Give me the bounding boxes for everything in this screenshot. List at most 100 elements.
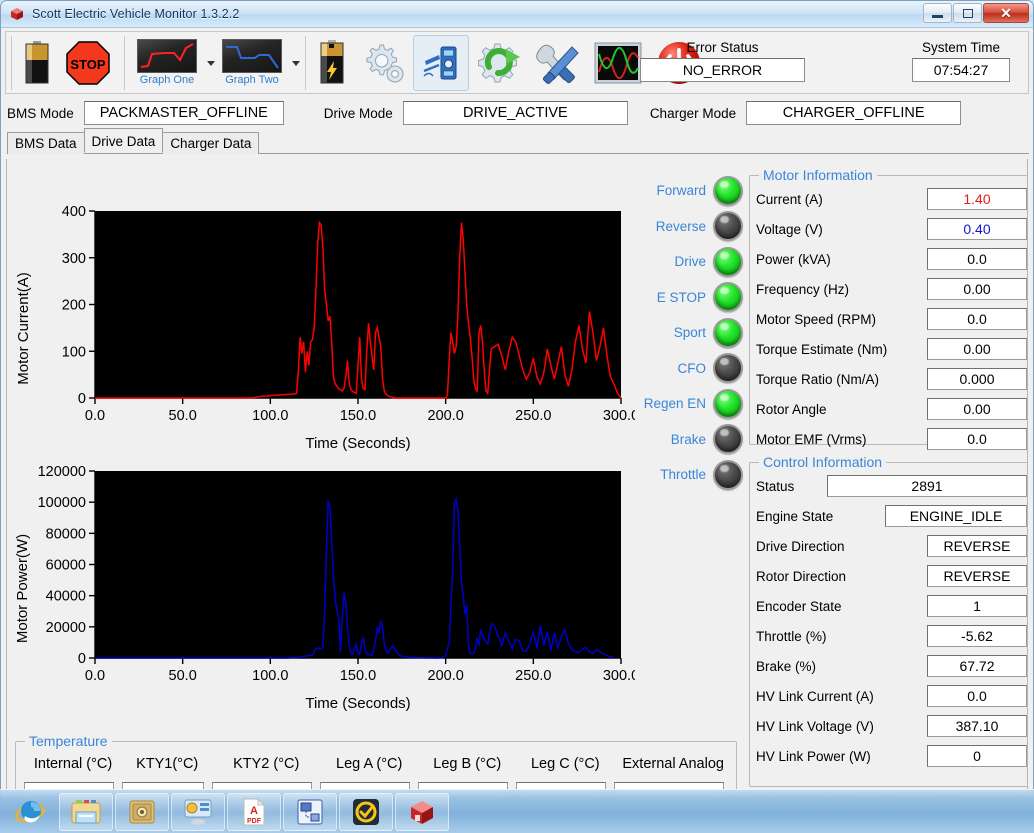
taskbar-item-folder[interactable] [59,793,113,831]
indicator-label: Drive [674,254,706,269]
control-info-row: Status2891 [750,471,1028,501]
system-time-value: 07:54:27 [912,58,1010,82]
y-tick-label: 120000 [38,464,86,480]
stop-button[interactable]: STOP [57,35,119,91]
control-info-value: 387.10 [927,715,1027,737]
svg-text:PDF: PDF [247,818,262,825]
motor-info-row: Motor EMF (Vrms)0.0 [750,424,1028,454]
motor-info-row: Motor Speed (RPM)0.0 [750,304,1028,334]
indicator-label: Reverse [656,219,706,234]
main-toolbar: STOP Graph One [5,31,1029,94]
minimize-button[interactable] [923,3,952,23]
x-tick-label: 50.0 [169,408,197,424]
motor-info-row: Current (A)1.40 [750,184,1028,214]
maximize-icon [963,9,973,18]
gears-icon [360,41,406,85]
taskbar-item-safe[interactable] [115,793,169,831]
red-cube-icon [407,798,437,826]
motor-info-label: Current (A) [756,192,823,207]
tab-bms-data[interactable]: BMS Data [7,132,85,154]
taskbar-item-diagram[interactable] [283,793,337,831]
y-tick-label: 100 [62,344,86,360]
y-tick-label: 80000 [46,526,86,542]
charger-mode-value: CHARGER_OFFLINE [746,101,961,125]
control-info-label: HV Link Voltage (V) [756,719,874,734]
hammer-screwdriver-icon [536,41,580,85]
y-tick-label: 100000 [38,495,86,511]
error-status-label: Error Status [686,40,758,55]
taskbar-item-antivirus[interactable] [339,793,393,831]
maximize-button[interactable] [953,3,982,23]
motor-information-panel: Motor Information Current (A)1.40Voltage… [749,175,1028,445]
window-controls: ✕ [922,3,1029,23]
control-info-label: HV Link Current (A) [756,689,874,704]
graph-two-group: Graph Two [215,35,300,91]
graph-one-dropdown-arrow[interactable] [207,61,215,66]
refresh-button[interactable] [469,35,529,91]
temperature-column-headers: Internal (°C)KTY1(°C)KTY2 (°C)Leg A (°C)… [24,756,732,772]
taskbar-item-pdf[interactable]: A PDF [227,793,281,831]
graph-one-button[interactable]: Graph One [130,35,204,91]
battery-button[interactable] [17,35,57,91]
charger-mode-label: Charger Mode [650,106,736,121]
control-info-label: Engine State [756,509,833,524]
motor-info-value: 0.00 [927,338,1027,360]
blue-graph-icon [222,39,282,73]
drive-data-panel: Motor Current(A) 01002003004000.050.0100… [6,159,1028,797]
taskbar-item-scott-ev-monitor[interactable] [395,793,449,831]
control-info-value: ENGINE_IDLE [885,505,1027,527]
motor-info-value: 0.40 [927,218,1027,240]
safe-icon [128,798,156,826]
close-button[interactable]: ✕ [983,3,1029,23]
x-tick-label: 0.0 [85,408,105,424]
indicator-reverse: Reverse [635,209,743,245]
control-info-label: Drive Direction [756,539,845,554]
motor-info-row: Torque Ratio (Nm/A)0.000 [750,364,1028,394]
taskbar-item-internet-explorer[interactable] [3,793,57,831]
temperature-column-header: KTY2 (°C) [212,756,320,772]
indicator-led [713,424,743,454]
indicator-led [713,460,743,490]
graph-two-dropdown-arrow[interactable] [292,61,300,66]
toolbar-separator [11,36,12,90]
toolbar-separator [305,36,306,90]
x-tick-label: 100.0 [252,408,288,424]
control-info-value: 0.0 [927,685,1027,707]
control-information-title: Control Information [759,454,886,470]
control-info-row: Throttle (%)-5.62 [750,621,1028,651]
motor-info-row: Power (kVA)0.0 [750,244,1028,274]
x-tick-label: 300.0 [603,408,635,424]
tools-button[interactable] [529,35,587,91]
indicator-label: Forward [656,183,706,198]
checkmark-shield-icon [352,798,380,826]
settings-button[interactable] [353,35,413,91]
indicator-label: E STOP [657,290,706,305]
motor-info-value: 0.0 [927,308,1027,330]
control-info-row: Drive DirectionREVERSE [750,531,1028,561]
indicator-led [713,282,743,312]
x-tick-label: 150.0 [340,408,376,424]
indicator-led [713,211,743,241]
motor-information-rows: Current (A)1.40Voltage (V)0.40Power (kVA… [750,176,1028,454]
y-tick-label: 300 [62,251,86,267]
chart2-y-axis-text: Motor Power(W) [15,534,32,643]
charge-button[interactable] [311,35,353,91]
meter-button[interactable] [413,35,469,91]
error-status-value: NO_ERROR [640,58,805,82]
x-tick-label: 200.0 [428,408,464,424]
y-tick-label: 60000 [46,558,86,574]
taskbar-item-control-panel[interactable] [171,793,225,831]
y-tick-label: 0 [78,651,86,667]
graph-two-button[interactable]: Graph Two [215,35,289,91]
tab-drive-data[interactable]: Drive Data [84,128,164,153]
control-info-row: HV Link Voltage (V) 387.10 [750,711,1028,741]
chart2-canvas: 0200004000060000800001000001200000.050.0… [15,461,635,716]
tab-charger-data[interactable]: Charger Data [162,132,259,154]
indicator-led [713,247,743,277]
motor-info-row: Torque Estimate (Nm)0.00 [750,334,1028,364]
bms-mode-value: PACKMASTER_OFFLINE [84,101,284,125]
control-info-value: -5.62 [927,625,1027,647]
gear-refresh-icon [476,41,522,85]
y-tick-label: 20000 [46,620,86,636]
tab-label: Drive Data [92,134,156,149]
